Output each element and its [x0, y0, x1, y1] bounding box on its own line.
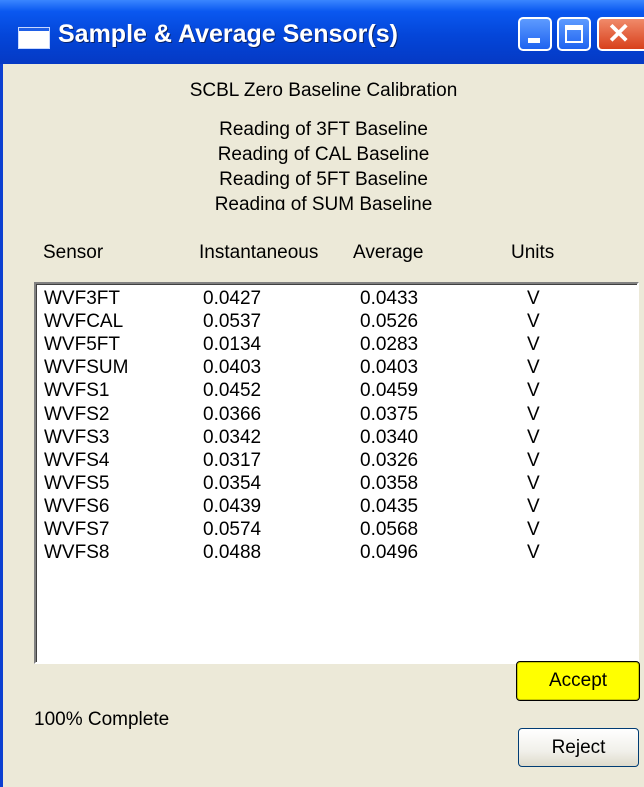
sensor-name-cell: WVF5FT	[44, 334, 120, 356]
table-row[interactable]: WVFS1 0.0452 0.0459 V	[36, 379, 636, 402]
average-cell: 0.0568	[360, 519, 419, 540]
instantaneous-cell: 0.0537	[203, 311, 262, 333]
average-cell: 0.0326	[360, 449, 419, 471]
average-cell: 0.0358	[360, 472, 419, 494]
table-row[interactable]: WVFCAL 0.0537 0.0526 V	[36, 310, 636, 333]
sensor-name-cell: WVFS6	[44, 495, 110, 517]
maximize-icon	[565, 25, 583, 43]
average-cell: 0.0496	[360, 542, 419, 564]
reading-line: Reading of 3FT Baseline	[219, 119, 428, 140]
minimize-button[interactable]	[518, 17, 552, 51]
table-row[interactable]: WVFS3 0.0342 0.0340 V	[36, 426, 636, 449]
units-cell: V	[527, 542, 540, 564]
average-cell: 0.0283	[360, 334, 419, 356]
table-row[interactable]: WVFS5 0.0354 0.0358 V	[36, 472, 636, 495]
reject-button[interactable]: Reject	[518, 728, 639, 767]
table-row[interactable]: WVFS4 0.0317 0.0326 V	[36, 449, 636, 472]
maximize-button[interactable]	[557, 17, 591, 51]
minimize-icon	[528, 38, 540, 43]
instantaneous-cell: 0.0439	[203, 495, 262, 517]
average-cell: 0.0526	[360, 311, 419, 333]
instantaneous-cell: 0.0427	[203, 288, 262, 309]
units-cell: V	[527, 472, 540, 494]
accept-button[interactable]: Accept	[516, 661, 640, 701]
column-header-average: Average	[353, 242, 424, 263]
instantaneous-cell: 0.0134	[203, 334, 262, 356]
column-header-units: Units	[511, 242, 555, 263]
units-cell: V	[527, 357, 540, 379]
instantaneous-cell: 0.0403	[203, 357, 262, 379]
instantaneous-cell: 0.0354	[203, 472, 262, 494]
instantaneous-cell: 0.0452	[203, 380, 262, 402]
average-cell: 0.0433	[360, 288, 419, 309]
units-cell: V	[527, 449, 540, 471]
sensor-name-cell: WVFS8	[44, 542, 110, 564]
table-row[interactable]: WVFS8 0.0488 0.0496 V	[36, 541, 636, 564]
reading-line: Reading of 5FT Baseline	[219, 169, 428, 190]
close-button[interactable]: ✕	[597, 17, 644, 51]
window-title: Sample & Average Sensor(s)	[58, 20, 398, 48]
progress-status: 100% Complete	[34, 709, 170, 730]
instantaneous-cell: 0.0488	[203, 542, 262, 564]
sensor-name-cell: WVFS5	[44, 472, 110, 494]
reading-line: Reading of CAL Baseline	[217, 144, 430, 165]
sensor-name-cell: WVFCAL	[44, 311, 124, 333]
units-cell: V	[527, 380, 540, 402]
instantaneous-cell: 0.0366	[203, 403, 262, 425]
instantaneous-cell: 0.0317	[203, 449, 262, 471]
average-cell: 0.0375	[360, 403, 419, 425]
table-row[interactable]: WVF3FT 0.0427 0.0433 V	[36, 287, 636, 310]
table-row[interactable]: WVF5FT 0.0134 0.0283 V	[36, 333, 636, 356]
dialog-window: Sample & Average Sensor(s) ✕ SCBL Zero B…	[0, 0, 644, 787]
reading-line: Reading of SUM Baseline	[214, 194, 433, 210]
calibration-heading: SCBL Zero Baseline Calibration	[189, 80, 458, 101]
units-cell: V	[527, 519, 540, 540]
units-cell: V	[527, 334, 540, 356]
units-cell: V	[527, 403, 540, 425]
table-row[interactable]: WVFS6 0.0439 0.0435 V	[36, 495, 636, 518]
average-cell: 0.0340	[360, 426, 419, 448]
title-bar[interactable]: Sample & Average Sensor(s) ✕	[0, 0, 644, 64]
units-cell: V	[527, 426, 540, 448]
readings-area: Reading of 3FT Baseline Reading of CAL B…	[3, 118, 644, 210]
sensor-name-cell: WVF3FT	[44, 288, 120, 309]
sensor-name-cell: WVFS2	[44, 403, 110, 425]
sensor-name-cell: WVFSUM	[44, 357, 129, 379]
sensor-name-cell: WVFS4	[44, 449, 110, 471]
table-row[interactable]: WVFS2 0.0366 0.0375 V	[36, 403, 636, 426]
instantaneous-cell: 0.0574	[203, 519, 262, 540]
sensor-name-cell: WVFS3	[44, 426, 110, 448]
sensor-list[interactable]: WVF3FT 0.0427 0.0433 V WVFCAL 0.0537 0.0526 V WV…	[34, 282, 639, 664]
table-row[interactable]: WVFSUM 0.0403 0.0403 V	[36, 356, 636, 379]
average-cell: 0.0435	[360, 495, 419, 517]
sensor-name-cell: WVFS7	[44, 519, 110, 540]
average-cell: 0.0459	[360, 380, 419, 402]
column-header-instantaneous: Instantaneous	[199, 242, 319, 263]
instantaneous-cell: 0.0342	[203, 426, 262, 448]
column-header-sensor: Sensor	[43, 242, 104, 263]
sensor-name-cell: WVFS1	[44, 380, 110, 402]
units-cell: V	[527, 288, 540, 309]
average-cell: 0.0403	[360, 357, 419, 379]
units-cell: V	[527, 495, 540, 517]
units-cell: V	[527, 311, 540, 333]
window-icon	[18, 27, 50, 49]
table-row[interactable]: WVFS7 0.0574 0.0568 V	[36, 518, 636, 541]
dialog-body: SCBL Zero Baseline Calibration Reading o…	[3, 64, 644, 787]
close-icon: ✕	[607, 18, 631, 49]
